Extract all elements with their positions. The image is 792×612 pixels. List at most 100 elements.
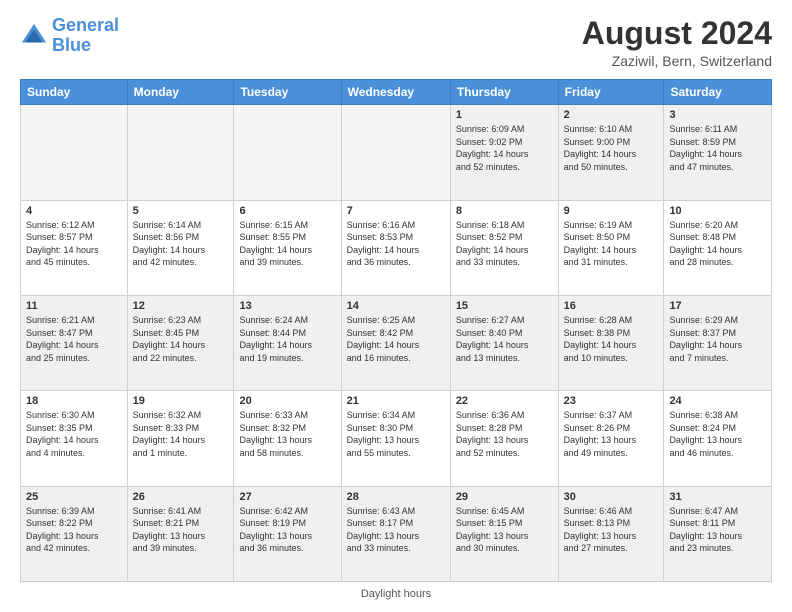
day-info: Sunrise: 6:41 AM Sunset: 8:21 PM Dayligh… (133, 505, 229, 555)
calendar-body: 1 Sunrise: 6:09 AM Sunset: 9:02 PM Daylig… (21, 105, 772, 582)
calendar-cell-w2d5: 16 Sunrise: 6:28 AM Sunset: 8:38 PM Dayli… (558, 295, 664, 390)
location: Zaziwil, Bern, Switzerland (582, 53, 772, 69)
calendar-cell-w4d5: 30 Sunrise: 6:46 AM Sunset: 8:13 PM Dayli… (558, 486, 664, 581)
logo-general: General (52, 15, 119, 35)
day-info: Sunrise: 6:21 AM Sunset: 8:47 PM Dayligh… (26, 314, 122, 364)
weekday-header-sunday: Sunday (21, 80, 128, 105)
day-number: 21 (347, 395, 445, 407)
day-number: 20 (239, 395, 335, 407)
calendar-cell-w3d2: 20 Sunrise: 6:33 AM Sunset: 8:32 PM Dayli… (234, 391, 341, 486)
day-number: 31 (669, 491, 766, 503)
day-info: Sunrise: 6:11 AM Sunset: 8:59 PM Dayligh… (669, 123, 766, 173)
logo-icon (20, 22, 48, 50)
calendar-cell-w0d4: 1 Sunrise: 6:09 AM Sunset: 9:02 PM Daylig… (450, 105, 558, 200)
day-number: 1 (456, 109, 553, 121)
calendar-cell-w3d4: 22Sunrise: 6:36 AM Sunset: 8:28 PM Dayli… (450, 391, 558, 486)
page: General Blue August 2024 Zaziwil, Bern, … (0, 0, 792, 612)
calendar-cell-w0d1 (127, 105, 234, 200)
day-info: Sunrise: 6:29 AM Sunset: 8:37 PM Dayligh… (669, 314, 766, 364)
day-number: 2 (564, 109, 659, 121)
day-info: Sunrise: 6:34 AM Sunset: 8:30 PM Dayligh… (347, 409, 445, 459)
calendar-cell-w3d3: 21 Sunrise: 6:34 AM Sunset: 8:30 PM Dayli… (341, 391, 450, 486)
weekday-header-monday: Monday (127, 80, 234, 105)
weekday-header-friday: Friday (558, 80, 664, 105)
day-info: Sunrise: 6:39 AM Sunset: 8:22 PM Dayligh… (26, 505, 122, 555)
weekday-header-saturday: Saturday (664, 80, 772, 105)
title-block: August 2024 Zaziwil, Bern, Switzerland (582, 16, 772, 69)
day-info: Sunrise: 6:45 AM Sunset: 8:15 PM Dayligh… (456, 505, 553, 555)
day-number: 25 (26, 491, 122, 503)
calendar-cell-w1d5: 9Sunrise: 6:19 AM Sunset: 8:50 PM Daylig… (558, 200, 664, 295)
month-title: August 2024 (582, 16, 772, 51)
day-info: Sunrise: 6:32 AM Sunset: 8:33 PM Dayligh… (133, 409, 229, 459)
calendar-cell-w2d4: 15 Sunrise: 6:27 AM Sunset: 8:40 PM Dayli… (450, 295, 558, 390)
day-number: 18 (26, 395, 122, 407)
calendar-cell-w4d2: 27Sunrise: 6:42 AM Sunset: 8:19 PM Dayli… (234, 486, 341, 581)
day-number: 15 (456, 300, 553, 312)
calendar-cell-w1d6: 10Sunrise: 6:20 AM Sunset: 8:48 PM Dayli… (664, 200, 772, 295)
day-info: Sunrise: 6:15 AM Sunset: 8:55 PM Dayligh… (239, 219, 335, 269)
weekday-header-thursday: Thursday (450, 80, 558, 105)
calendar-cell-w4d1: 26 Sunrise: 6:41 AM Sunset: 8:21 PM Dayli… (127, 486, 234, 581)
day-info: Sunrise: 6:38 AM Sunset: 8:24 PM Dayligh… (669, 409, 766, 459)
calendar-cell-w3d0: 18Sunrise: 6:30 AM Sunset: 8:35 PM Dayli… (21, 391, 128, 486)
day-number: 4 (26, 205, 122, 217)
day-number: 12 (133, 300, 229, 312)
day-info: Sunrise: 6:23 AM Sunset: 8:45 PM Dayligh… (133, 314, 229, 364)
week-row-1: 4 Sunrise: 6:12 AM Sunset: 8:57 PM Daylig… (21, 200, 772, 295)
calendar: SundayMondayTuesdayWednesdayThursdayFrid… (20, 79, 772, 582)
week-row-2: 11Sunrise: 6:21 AM Sunset: 8:47 PM Dayli… (21, 295, 772, 390)
day-number: 13 (239, 300, 335, 312)
day-number: 5 (133, 205, 229, 217)
day-number: 14 (347, 300, 445, 312)
calendar-cell-w1d0: 4 Sunrise: 6:12 AM Sunset: 8:57 PM Daylig… (21, 200, 128, 295)
day-number: 6 (239, 205, 335, 217)
day-info: Sunrise: 6:27 AM Sunset: 8:40 PM Dayligh… (456, 314, 553, 364)
day-number: 16 (564, 300, 659, 312)
day-info: Sunrise: 6:10 AM Sunset: 9:00 PM Dayligh… (564, 123, 659, 173)
day-info: Sunrise: 6:09 AM Sunset: 9:02 PM Dayligh… (456, 123, 553, 173)
calendar-cell-w1d3: 7Sunrise: 6:16 AM Sunset: 8:53 PM Daylig… (341, 200, 450, 295)
calendar-cell-w3d6: 24 Sunrise: 6:38 AM Sunset: 8:24 PM Dayli… (664, 391, 772, 486)
day-number: 29 (456, 491, 553, 503)
weekday-row: SundayMondayTuesdayWednesdayThursdayFrid… (21, 80, 772, 105)
calendar-cell-w3d1: 19 Sunrise: 6:32 AM Sunset: 8:33 PM Dayli… (127, 391, 234, 486)
calendar-cell-w2d6: 17Sunrise: 6:29 AM Sunset: 8:37 PM Dayli… (664, 295, 772, 390)
calendar-cell-w1d1: 5 Sunrise: 6:14 AM Sunset: 8:56 PM Daylig… (127, 200, 234, 295)
day-info: Sunrise: 6:47 AM Sunset: 8:11 PM Dayligh… (669, 505, 766, 555)
header: General Blue August 2024 Zaziwil, Bern, … (20, 16, 772, 69)
day-info: Sunrise: 6:19 AM Sunset: 8:50 PM Dayligh… (564, 219, 659, 269)
calendar-cell-w0d5: 2 Sunrise: 6:10 AM Sunset: 9:00 PM Daylig… (558, 105, 664, 200)
calendar-cell-w2d2: 13Sunrise: 6:24 AM Sunset: 8:44 PM Dayli… (234, 295, 341, 390)
calendar-cell-w1d4: 8Sunrise: 6:18 AM Sunset: 8:52 PM Daylig… (450, 200, 558, 295)
calendar-cell-w4d6: 31 Sunrise: 6:47 AM Sunset: 8:11 PM Dayli… (664, 486, 772, 581)
day-number: 3 (669, 109, 766, 121)
day-number: 30 (564, 491, 659, 503)
calendar-cell-w4d3: 28 Sunrise: 6:43 AM Sunset: 8:17 PM Dayli… (341, 486, 450, 581)
calendar-cell-w2d0: 11Sunrise: 6:21 AM Sunset: 8:47 PM Dayli… (21, 295, 128, 390)
day-number: 26 (133, 491, 229, 503)
day-info: Sunrise: 6:36 AM Sunset: 8:28 PM Dayligh… (456, 409, 553, 459)
day-info: Sunrise: 6:42 AM Sunset: 8:19 PM Dayligh… (239, 505, 335, 555)
day-number: 7 (347, 205, 445, 217)
calendar-header: SundayMondayTuesdayWednesdayThursdayFrid… (21, 80, 772, 105)
calendar-table: SundayMondayTuesdayWednesdayThursdayFrid… (20, 79, 772, 582)
calendar-cell-w2d1: 12 Sunrise: 6:23 AM Sunset: 8:45 PM Dayli… (127, 295, 234, 390)
day-info: Sunrise: 6:25 AM Sunset: 8:42 PM Dayligh… (347, 314, 445, 364)
day-number: 24 (669, 395, 766, 407)
day-info: Sunrise: 6:43 AM Sunset: 8:17 PM Dayligh… (347, 505, 445, 555)
week-row-0: 1 Sunrise: 6:09 AM Sunset: 9:02 PM Daylig… (21, 105, 772, 200)
weekday-header-tuesday: Tuesday (234, 80, 341, 105)
day-info: Sunrise: 6:28 AM Sunset: 8:38 PM Dayligh… (564, 314, 659, 364)
day-info: Sunrise: 6:46 AM Sunset: 8:13 PM Dayligh… (564, 505, 659, 555)
day-info: Sunrise: 6:14 AM Sunset: 8:56 PM Dayligh… (133, 219, 229, 269)
calendar-cell-w0d2 (234, 105, 341, 200)
calendar-cell-w4d4: 29 Sunrise: 6:45 AM Sunset: 8:15 PM Dayli… (450, 486, 558, 581)
day-number: 28 (347, 491, 445, 503)
day-number: 19 (133, 395, 229, 407)
day-info: Sunrise: 6:33 AM Sunset: 8:32 PM Dayligh… (239, 409, 335, 459)
day-info: Sunrise: 6:12 AM Sunset: 8:57 PM Dayligh… (26, 219, 122, 269)
day-info: Sunrise: 6:37 AM Sunset: 8:26 PM Dayligh… (564, 409, 659, 459)
calendar-cell-w4d0: 25 Sunrise: 6:39 AM Sunset: 8:22 PM Dayli… (21, 486, 128, 581)
calendar-cell-w0d3 (341, 105, 450, 200)
